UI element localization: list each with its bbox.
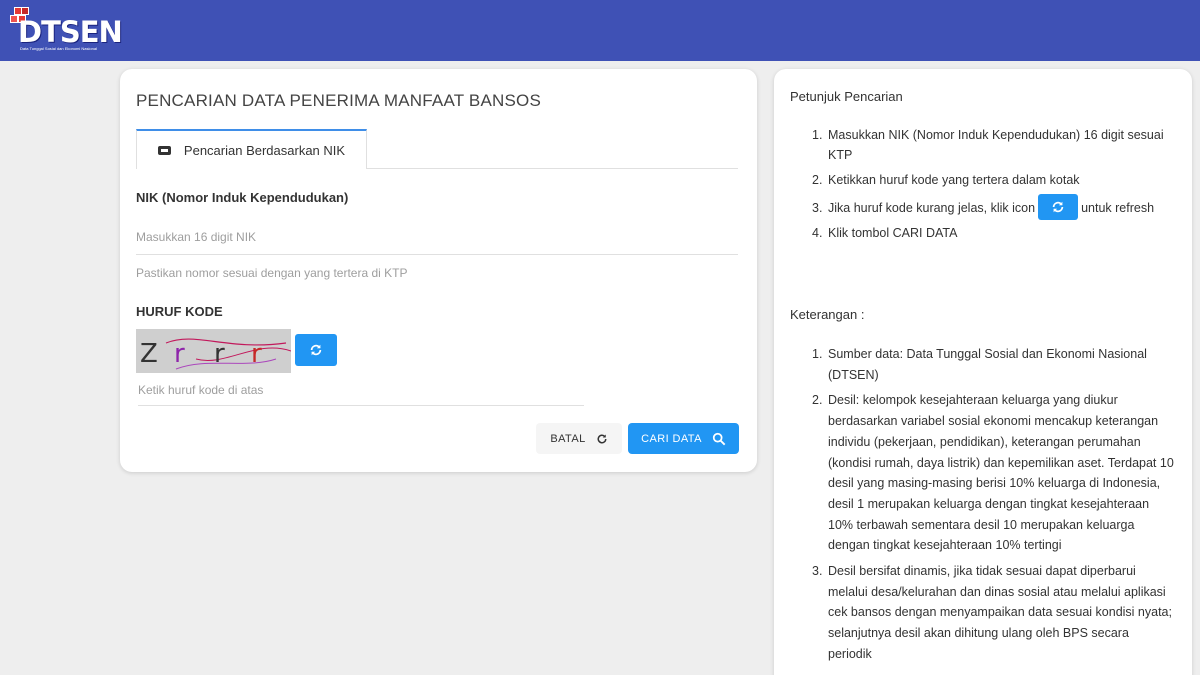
list-item: 2. Ketikkan huruf kode yang tertera dalam… xyxy=(812,173,1080,187)
captcha-refresh-button[interactable] xyxy=(295,334,337,366)
captcha-image: Z r r r xyxy=(136,329,291,373)
svg-text:r: r xyxy=(251,339,262,369)
list-item: 4. Klik tombol CARI DATA xyxy=(812,226,958,240)
list-item: 3. Jika huruf kode kurang jelas, klik ico… xyxy=(790,194,1174,221)
search-button-label: CARI DATA xyxy=(641,432,702,445)
cancel-button-label: BATAL xyxy=(550,432,586,445)
svg-text:Z: Z xyxy=(140,339,158,369)
tab-label: Pencarian Berdasarkan NIK xyxy=(183,142,346,158)
list-item: 3. Desil bersifat dinamis, jika tidak ses… xyxy=(812,564,1172,661)
nik-input[interactable] xyxy=(136,219,738,255)
nik-label: NIK (Nomor Induk Kependudukan) xyxy=(136,190,349,205)
captcha-input[interactable] xyxy=(138,374,584,406)
tab-search-by-nik[interactable]: Pencarian Berdasarkan NIK xyxy=(136,129,367,169)
guide-title: Petunjuk Pencarian xyxy=(790,89,903,104)
dtsen-logo[interactable]: DTSEN Data Tunggal Sosial dan Ekonomi Na… xyxy=(10,5,125,55)
search-card: PENCARIAN DATA PENERIMA MANFAAT BANSOS P… xyxy=(120,69,757,472)
kode-label: HURUF KODE xyxy=(136,304,223,319)
logo-subtitle: Data Tunggal Sosial dan Ekonomi Nasional xyxy=(20,46,97,51)
svg-text:r: r xyxy=(174,339,185,369)
inline-refresh-icon-button xyxy=(1038,194,1079,221)
page-title: PENCARIAN DATA PENERIMA MANFAAT BANSOS xyxy=(136,91,541,110)
svg-text:r: r xyxy=(214,339,225,369)
id-card-icon xyxy=(157,145,171,155)
notes-list: 1. Sumber data: Data Tunggal Sosial dan E… xyxy=(790,344,1174,670)
notes-title: Keterangan : xyxy=(790,307,865,322)
search-icon xyxy=(712,432,726,445)
search-button[interactable]: CARI DATA xyxy=(628,423,739,454)
nik-hint: Pastikan nomor sesuai dengan yang terter… xyxy=(136,266,408,280)
cancel-button[interactable]: BATAL xyxy=(536,423,622,454)
refresh-icon xyxy=(1052,201,1064,213)
list-item: 1. Sumber data: Data Tunggal Sosial dan E… xyxy=(812,347,1147,382)
refresh-icon xyxy=(310,344,322,356)
guide-card: Petunjuk Pencarian 1. Masukkan NIK (Nomor… xyxy=(774,69,1192,675)
captcha-graphic: Z r r r xyxy=(136,329,291,373)
top-navbar: DTSEN Data Tunggal Sosial dan Ekonomi Na… xyxy=(0,0,1200,61)
list-item: 1. Masukkan NIK (Nomor Induk Kependudukan… xyxy=(812,128,1164,162)
logo-text: DTSEN xyxy=(18,15,123,49)
reset-icon xyxy=(597,433,607,443)
list-item: 2. Desil: kelompok kesejahteraan keluarga… xyxy=(812,393,1174,553)
steps-list: 1. Masukkan NIK (Nomor Induk Kependudukan… xyxy=(790,125,1174,248)
tab-bar: Pencarian Berdasarkan NIK xyxy=(136,129,738,169)
